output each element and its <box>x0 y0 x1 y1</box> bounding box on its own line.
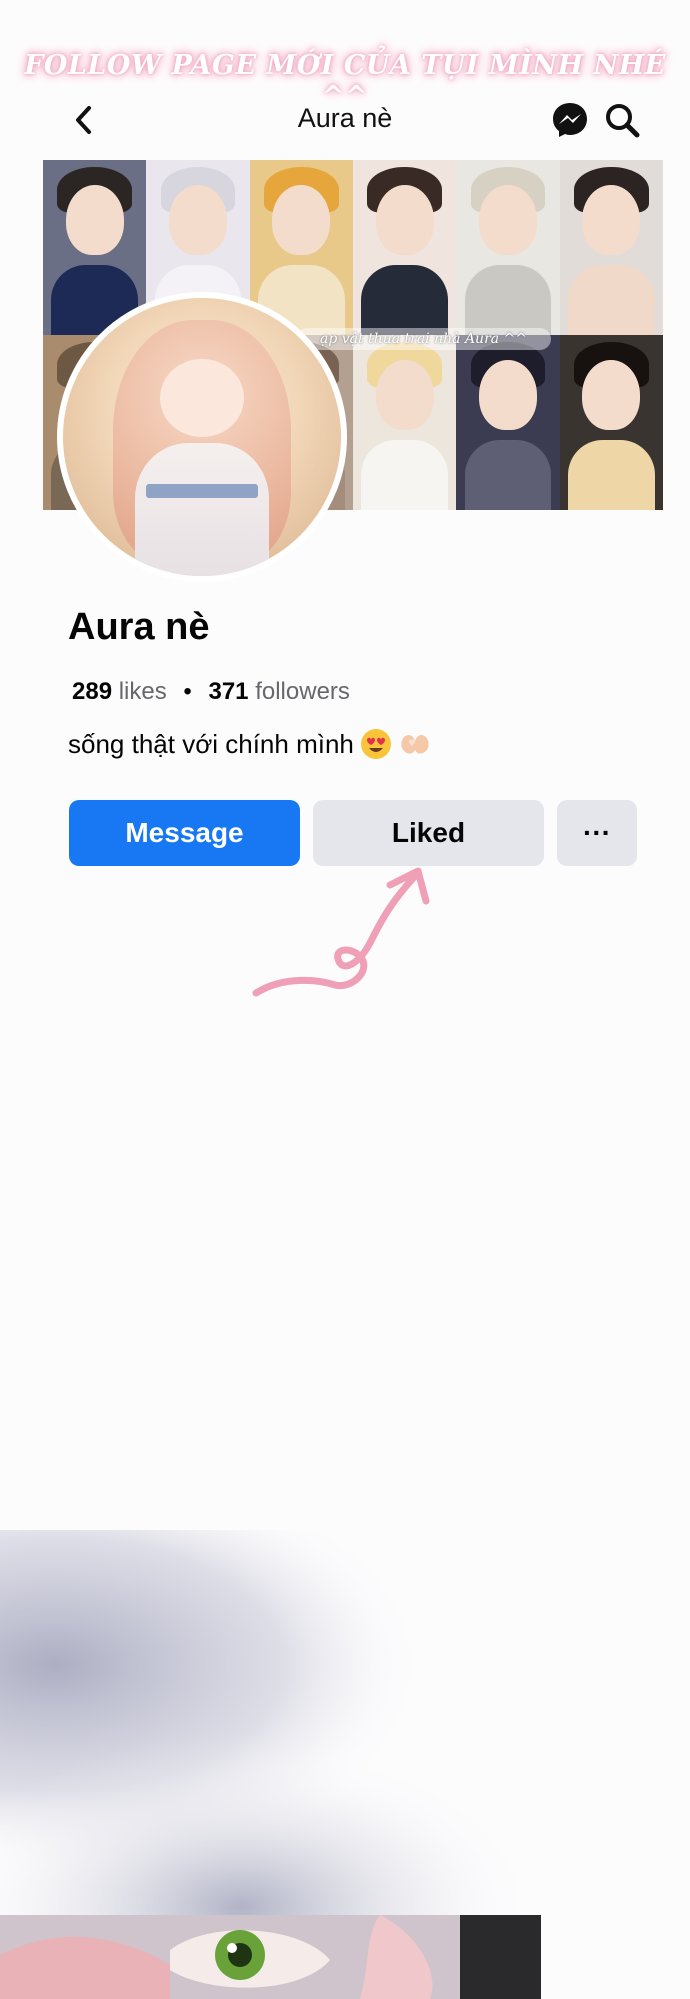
cover-tile <box>353 335 457 510</box>
top-bar: Aura nè <box>0 95 690 145</box>
more-options-button[interactable]: ··· <box>557 800 637 866</box>
likes-count: 289 <box>72 678 113 705</box>
decorative-arrow <box>252 867 430 997</box>
separator-dot: • <box>183 678 192 705</box>
cover-caption: ạp vật thua trai nhà Aura ^^ <box>296 328 551 350</box>
avatar[interactable] <box>57 292 347 582</box>
followers-count: 371 <box>208 678 249 705</box>
speckle-texture <box>0 1530 690 1915</box>
search-button[interactable] <box>600 100 644 140</box>
search-icon <box>606 104 640 138</box>
messenger-button[interactable] <box>548 100 592 140</box>
profile-stats: 289 likes • 371 followers <box>72 678 350 706</box>
cover-tile <box>559 335 663 510</box>
heart-eyes-emoji-icon <box>360 729 391 759</box>
avatar-dress <box>135 442 269 576</box>
cover-tile <box>559 160 663 335</box>
comic-panel-preview <box>0 1915 541 1999</box>
avatar-belt <box>146 484 258 499</box>
bio-text: sống thật với chính mình <box>68 728 354 759</box>
heart-hands-emoji-icon <box>401 735 429 754</box>
avatar-face <box>160 359 244 437</box>
messenger-icon <box>553 103 587 137</box>
cover-tile <box>456 335 560 510</box>
likes-label[interactable]: likes <box>119 678 167 705</box>
green-eye-illustration <box>0 1915 541 1999</box>
profile-bio: sống thật với chính mình <box>68 728 432 760</box>
profile-name: Aura nè <box>68 606 210 648</box>
followers-label[interactable]: followers <box>255 678 350 705</box>
cover-tile <box>43 160 147 335</box>
cover-tile <box>456 160 560 335</box>
cover-tile <box>353 160 457 335</box>
